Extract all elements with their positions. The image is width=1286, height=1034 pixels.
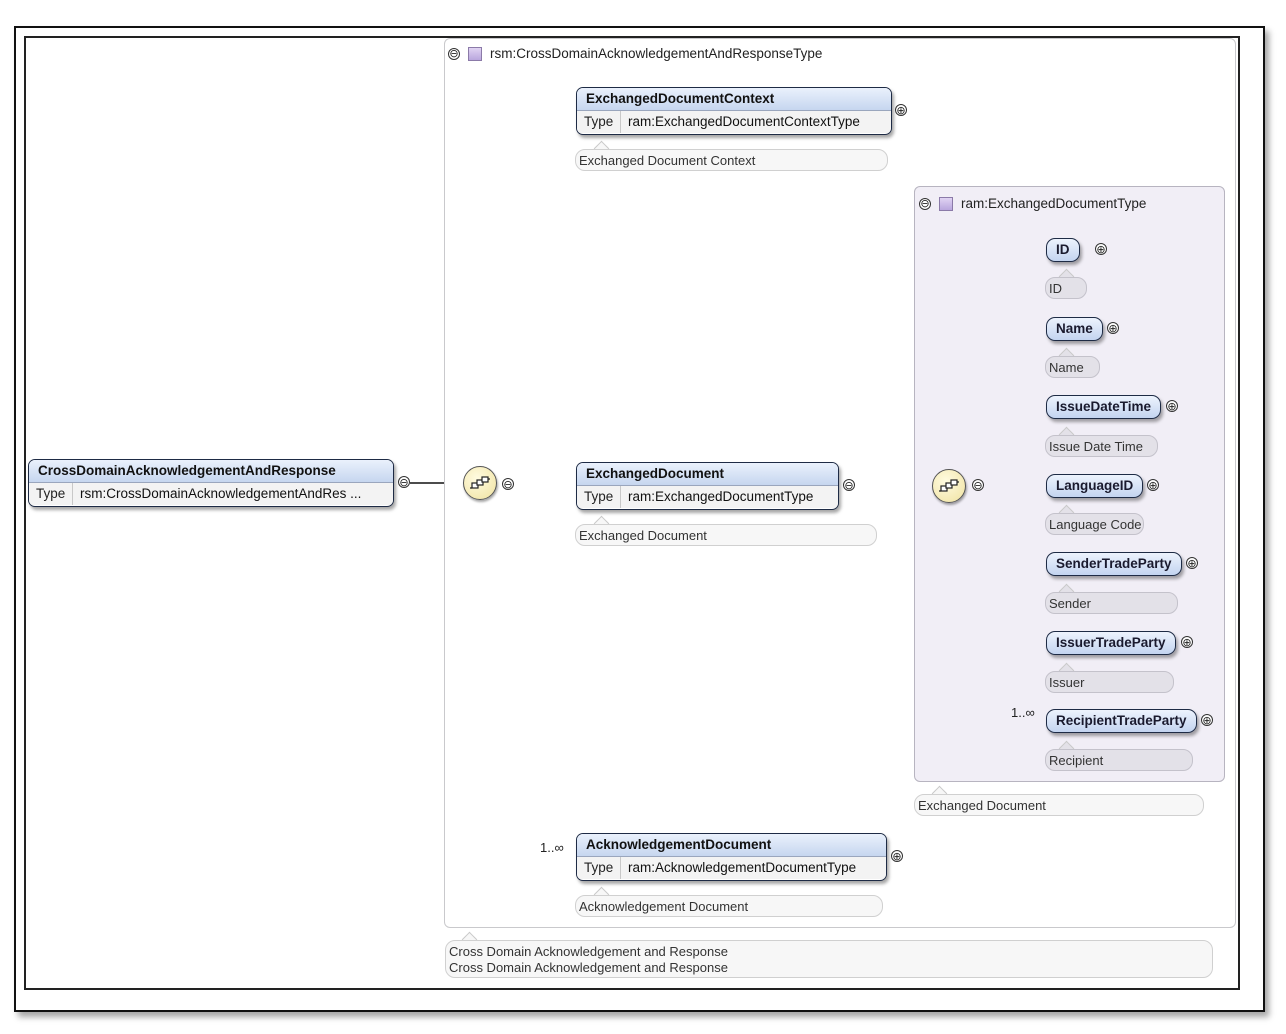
exchanged-document-type-header: ⊖ ram:ExchangedDocumentType xyxy=(919,196,1146,211)
cardinality-ack: 1..∞ xyxy=(540,840,564,855)
annotation-issuertradeparty: Issuer xyxy=(1045,671,1174,693)
type-row: Type ram:ExchangedDocumentType xyxy=(577,485,838,508)
expand-icon[interactable]: ⊕ xyxy=(891,850,903,862)
collapse-icon[interactable]: ⊖ xyxy=(398,476,410,488)
type-label: Type xyxy=(577,486,621,508)
complex-type-name: rsm:CrossDomainAcknowledgementAndRespons… xyxy=(490,46,823,61)
annotation-root-line1: Cross Domain Acknowledgement and Respons… xyxy=(449,944,728,959)
type-row: Type ram:ExchangedDocumentContextType xyxy=(577,110,891,133)
annotation-exchanged-document: Exchanged Document xyxy=(575,524,877,546)
element-languageid[interactable]: LanguageID xyxy=(1046,474,1144,498)
element-issuedatetime[interactable]: IssueDateTime xyxy=(1046,395,1162,419)
cardinality-recipient: 1..∞ xyxy=(1011,705,1035,720)
element-recipienttradeparty[interactable]: RecipientTradeParty xyxy=(1046,709,1197,733)
annotation-acknowledgement-document: Acknowledgement Document xyxy=(575,895,883,917)
expand-icon[interactable]: ⊕ xyxy=(895,104,907,116)
annotation-languageid: Language Code xyxy=(1045,513,1144,535)
expand-icon[interactable]: ⊕ xyxy=(1095,243,1107,255)
element-id[interactable]: ID xyxy=(1046,238,1080,262)
root-element-name: CrossDomainAcknowledgementAndResponse xyxy=(29,460,393,482)
complex-type-icon xyxy=(939,196,953,211)
type-value: rsm:CrossDomainAcknowledgementAndRes ... xyxy=(80,486,362,501)
element-name: ExchangedDocumentContext xyxy=(577,88,891,110)
annotation-sendertradeparty: Sender xyxy=(1045,592,1178,614)
annotation-name: Name xyxy=(1045,356,1100,378)
sequence-compositor-icon[interactable] xyxy=(932,469,966,503)
exchanged-document-type-name: ram:ExchangedDocumentType xyxy=(961,196,1147,211)
expand-icon[interactable]: ⊕ xyxy=(1201,714,1213,726)
element-name: ExchangedDocument xyxy=(577,463,838,485)
annotation-exchanged-document-type: Exchanged Document xyxy=(914,794,1204,816)
expand-icon[interactable]: ⊕ xyxy=(1181,636,1193,648)
element-sendertradeparty[interactable]: SenderTradeParty xyxy=(1046,552,1182,576)
complex-type-header: ⊖ rsm:CrossDomainAcknowledgementAndRespo… xyxy=(448,46,822,61)
type-value: ram:ExchangedDocumentContextType xyxy=(628,114,860,129)
collapse-icon[interactable]: ⊖ xyxy=(972,479,984,491)
element-name: AcknowledgementDocument xyxy=(577,834,886,856)
annotation-exchanged-document-context: Exchanged Document Context xyxy=(575,149,888,171)
expand-icon[interactable]: ⊕ xyxy=(1147,479,1159,491)
sequence-icon xyxy=(939,479,959,492)
expand-icon[interactable]: ⊕ xyxy=(1166,400,1178,412)
expand-icon[interactable]: ⊕ xyxy=(1107,322,1119,334)
annotation-root: Cross Domain Acknowledgement and Respons… xyxy=(445,940,1213,978)
element-issuertradeparty[interactable]: IssuerTradeParty xyxy=(1046,631,1176,655)
annotation-id: ID xyxy=(1045,277,1087,299)
collapse-icon[interactable]: ⊖ xyxy=(843,479,855,491)
collapse-icon[interactable]: ⊖ xyxy=(919,197,931,210)
type-label: Type xyxy=(577,111,621,133)
complex-type-icon xyxy=(468,46,482,61)
type-label: Type xyxy=(29,483,73,505)
root-element[interactable]: CrossDomainAcknowledgementAndResponse Ty… xyxy=(28,459,394,507)
expand-icon[interactable]: ⊕ xyxy=(1186,557,1198,569)
type-label: Type xyxy=(577,857,621,879)
element-name[interactable]: Name xyxy=(1046,317,1103,341)
type-value: ram:ExchangedDocumentType xyxy=(628,489,814,504)
type-value: ram:AcknowledgementDocumentType xyxy=(628,860,857,875)
element-exchanged-document[interactable]: ExchangedDocument Type ram:ExchangedDocu… xyxy=(576,462,839,510)
annotation-root-line2: Cross Domain Acknowledgement and Respons… xyxy=(449,960,728,975)
root-type-row: Type rsm:CrossDomainAcknowledgementAndRe… xyxy=(29,482,393,505)
element-exchanged-document-context[interactable]: ExchangedDocumentContext Type ram:Exchan… xyxy=(576,87,892,135)
sequence-icon xyxy=(470,476,490,489)
annotation-recipienttradeparty: Recipient xyxy=(1045,749,1193,771)
sequence-compositor-icon[interactable] xyxy=(463,466,497,500)
type-row: Type ram:AcknowledgementDocumentType xyxy=(577,856,886,879)
collapse-icon[interactable]: ⊖ xyxy=(448,47,460,60)
element-acknowledgement-document[interactable]: AcknowledgementDocument Type ram:Acknowl… xyxy=(576,833,887,881)
annotation-issuedatetime: Issue Date Time xyxy=(1045,435,1158,457)
collapse-icon[interactable]: ⊖ xyxy=(502,478,514,490)
